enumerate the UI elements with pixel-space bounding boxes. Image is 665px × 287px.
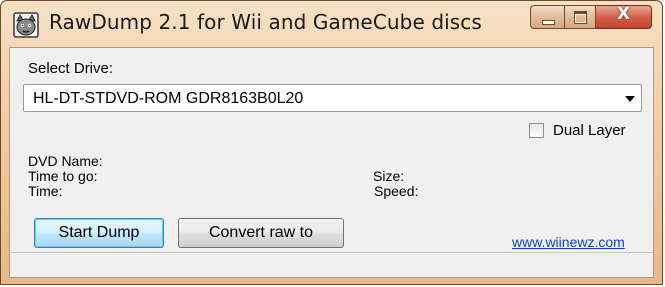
minimize-button[interactable] <box>530 5 564 29</box>
maximize-icon <box>574 11 587 24</box>
status-bar <box>10 252 653 277</box>
select-drive-label: Select Drive: <box>28 60 114 77</box>
close-icon: X <box>616 4 631 24</box>
cat-face-icon <box>13 12 39 38</box>
speed-label: Speed: <box>374 183 419 199</box>
maximize-button[interactable] <box>564 5 596 29</box>
convert-raw-button[interactable]: Convert raw to <box>178 218 344 248</box>
drive-select-value: HL-DT-STDVD-ROM GDR8163B0L20 <box>33 90 304 107</box>
dvd-name-label: DVD Name: <box>28 153 103 169</box>
size-label: Size: <box>373 168 405 184</box>
client-area: Select Drive: HL-DT-STDVD-ROM GDR8163B0L… <box>9 47 654 278</box>
time-to-go-label: Time to go: <box>28 168 98 184</box>
caption-buttons: X <box>530 4 652 31</box>
window-title: RawDump 2.1 for Wii and GameCube discs <box>49 10 482 34</box>
chevron-down-icon[interactable] <box>625 96 635 102</box>
close-button[interactable]: X <box>596 4 652 29</box>
drive-select[interactable]: HL-DT-STDVD-ROM GDR8163B0L20 <box>23 84 642 112</box>
title-bar[interactable]: RawDump 2.1 for Wii and GameCube discs X <box>1 1 662 47</box>
time-label: Time: <box>28 183 63 199</box>
minimize-icon <box>542 20 555 25</box>
dual-layer-label[interactable]: Dual Layer <box>553 122 626 139</box>
dual-layer-checkbox[interactable] <box>529 123 544 138</box>
start-dump-button[interactable]: Start Dump <box>34 218 164 248</box>
app-window: RawDump 2.1 for Wii and GameCube discs X… <box>0 0 663 285</box>
website-link[interactable]: www.wiinewz.com <box>512 234 625 250</box>
